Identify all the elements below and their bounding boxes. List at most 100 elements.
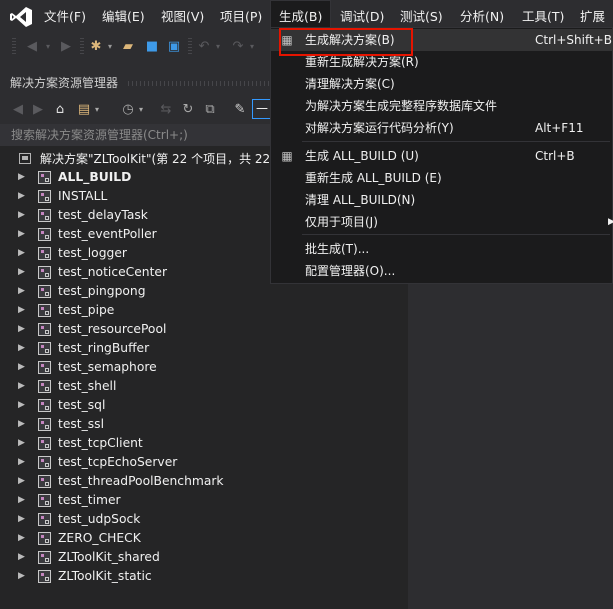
project-node[interactable]: ▶ test_ssl [0,415,408,434]
project-node[interactable]: ▶ test_semaphore [0,358,408,377]
project-node[interactable]: ▶ test_sql [0,396,408,415]
menu-file[interactable]: 文件(F) [44,0,86,33]
expand-arrow-icon[interactable]: ▶ [18,567,25,586]
expand-arrow-icon[interactable]: ▶ [18,358,25,377]
menu-project[interactable]: 项目(P) [220,0,262,33]
menu-item-shortcut: Ctrl+Shift+B [535,33,612,47]
build-menu-item[interactable]: 清理解决方案(C) [271,73,613,95]
menu-edit[interactable]: 编辑(E) [102,0,145,33]
project-node[interactable]: ▶ test_udpSock [0,510,408,529]
project-label: test_ssl [58,417,104,431]
project-label: test_threadPoolBenchmark [58,474,224,488]
project-node[interactable]: ▶ test_pingpong [0,282,408,301]
expand-arrow-icon[interactable]: ▶ [18,301,25,320]
cpp-project-icon [38,304,51,317]
cpp-project-icon [38,494,51,507]
save-icon[interactable]: ■ [144,37,160,57]
expand-arrow-icon[interactable]: ▶ [18,434,25,453]
redo-dropdown-icon[interactable]: ▾ [248,37,256,57]
toolbar-grip[interactable] [80,38,84,56]
expand-arrow-icon[interactable]: ▶ [18,263,25,282]
build-menu-item[interactable]: 批生成(T)... [271,238,613,260]
back-icon[interactable]: ◀ [8,100,28,120]
submenu-arrow-icon: ▶ [608,217,613,227]
project-label: test_noticeCenter [58,265,168,279]
expand-arrow-icon[interactable]: ▶ [18,491,25,510]
expand-arrow-icon[interactable]: ▶ [18,396,25,415]
properties-wrench-icon[interactable]: ✎ [230,100,250,120]
expand-arrow-icon[interactable]: ▶ [18,168,25,187]
cpp-project-icon [38,551,51,564]
new-project-icon[interactable]: ✱ [88,37,104,57]
expand-arrow-icon[interactable]: ▶ [18,206,25,225]
project-label: test_shell [58,379,117,393]
forward-icon[interactable]: ▶ [28,100,48,120]
pending-changes-icon[interactable]: ◷ [118,100,138,120]
menu-item-label: 批生成(T)... [305,242,370,256]
menu-separator [302,141,610,142]
back-dropdown-icon[interactable]: ▾ [44,37,52,57]
expand-arrow-icon[interactable]: ▶ [18,187,25,206]
show-all-files-icon[interactable]: — [252,99,272,119]
project-node[interactable]: ▶ ZLToolKit_static [0,567,408,586]
save-all-icon[interactable]: ▣ [166,37,182,57]
expand-arrow-icon[interactable]: ▶ [18,548,25,567]
expand-arrow-icon[interactable]: ▶ [18,529,25,548]
expand-arrow-icon[interactable]: ▶ [18,225,25,244]
expand-arrow-icon[interactable]: ▶ [18,510,25,529]
menu-item-label: 生成 ALL_BUILD (U) [305,149,419,163]
project-node[interactable]: ▶ test_shell [0,377,408,396]
build-menu-item[interactable]: 对解决方案运行代码分析(Y) Alt+F11 [271,117,613,139]
solution-label: 解决方案"ZLToolKit"(第 22 个项目，共 22 个) [40,152,291,166]
undo-icon[interactable]: ↶ [196,37,212,57]
cpp-project-icon [38,513,51,526]
project-node[interactable]: ▶ ZLToolKit_shared [0,548,408,567]
build-menu-item[interactable]: 仅用于项目(J) ▶ [271,211,613,233]
build-menu-item[interactable]: 重新生成 ALL_BUILD (E) [271,167,613,189]
switch-views-icon[interactable]: ▤ [74,100,94,120]
project-node[interactable]: ▶ test_resourcePool [0,320,408,339]
expand-arrow-icon[interactable]: ▶ [18,320,25,339]
project-node[interactable]: ▶ test_pipe [0,301,408,320]
expand-arrow-icon[interactable]: ▶ [18,339,25,358]
back-icon[interactable]: ◀ [24,37,40,57]
collapse-all-icon[interactable]: ⧉ [200,100,220,120]
build-menu-item[interactable]: 为解决方案生成完整程序数据库文件 [271,95,613,117]
project-label: ALL_BUILD [58,170,132,184]
cpp-project-icon [38,456,51,469]
menu-item-label: 重新生成 ALL_BUILD (E) [305,171,442,185]
sync-icon[interactable]: ⇆ [156,100,176,120]
expand-arrow-icon[interactable]: ▶ [18,282,25,301]
toolbar-grip[interactable] [188,38,192,56]
expand-arrow-icon[interactable]: ▶ [18,472,25,491]
expand-arrow-icon[interactable]: ▶ [18,415,25,434]
pending-changes-dropdown-icon[interactable]: ▾ [136,100,146,120]
expand-arrow-icon[interactable]: ▶ [18,453,25,472]
undo-dropdown-icon[interactable]: ▾ [214,37,222,57]
menu-item-label: 配置管理器(O)... [305,264,396,278]
project-node[interactable]: ▶ test_tcpEchoServer [0,453,408,472]
expand-arrow-icon[interactable]: ▶ [18,377,25,396]
cpp-project-icon [38,171,51,184]
build-menu-item[interactable]: 配置管理器(O)... [271,260,613,282]
project-label: test_resourcePool [58,322,167,336]
project-node[interactable]: ▶ test_ringBuffer [0,339,408,358]
forward-icon[interactable]: ▶ [58,37,74,57]
open-folder-icon[interactable]: ▰ [120,37,136,57]
build-menu-item[interactable]: ▦ 生成 ALL_BUILD (U) Ctrl+B [271,145,613,167]
menu-view[interactable]: 视图(V) [161,0,204,33]
home-icon[interactable]: ⌂ [50,100,70,120]
cpp-project-icon [38,266,51,279]
expand-arrow-icon[interactable]: ▶ [18,244,25,263]
project-node[interactable]: ▶ test_threadPoolBenchmark [0,472,408,491]
project-node[interactable]: ▶ test_tcpClient [0,434,408,453]
cpp-project-icon [38,475,51,488]
new-dropdown-icon[interactable]: ▾ [106,37,114,57]
refresh-icon[interactable]: ↻ [178,100,198,120]
build-menu-item[interactable]: 清理 ALL_BUILD(N) [271,189,613,211]
toolbar-grip[interactable] [12,38,16,56]
switch-views-dropdown-icon[interactable]: ▾ [92,100,102,120]
project-node[interactable]: ▶ ZERO_CHECK [0,529,408,548]
redo-icon[interactable]: ↷ [230,37,246,57]
project-node[interactable]: ▶ test_timer [0,491,408,510]
